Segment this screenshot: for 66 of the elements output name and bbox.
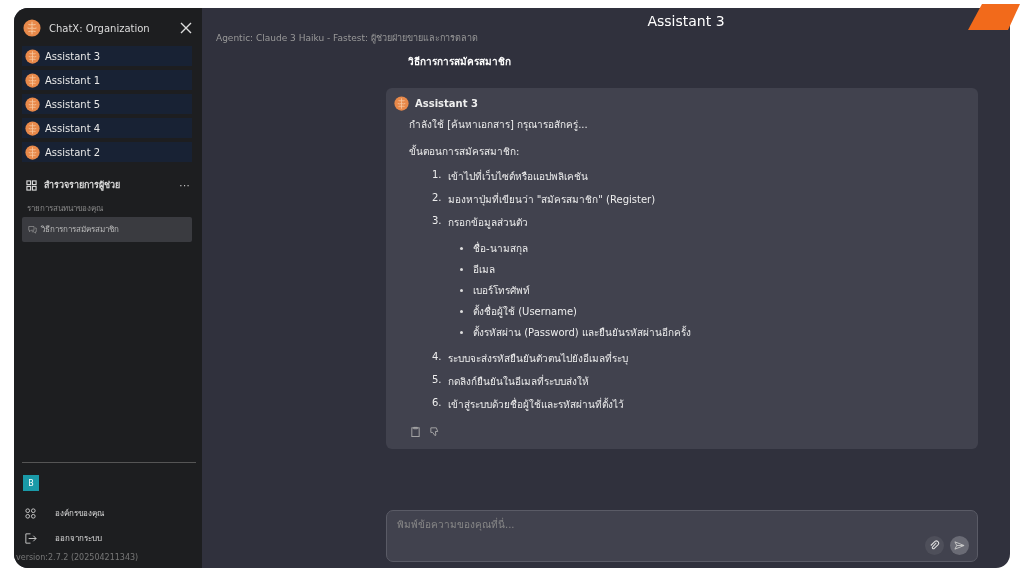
explore-assistants-link[interactable]: สำรวจรายการผู้ช่วย bbox=[44, 178, 172, 192]
step-number: 4. bbox=[432, 351, 442, 364]
assistant-name: Assistant 4 bbox=[45, 122, 101, 134]
send-icon bbox=[954, 540, 965, 551]
brain-avatar-icon bbox=[25, 48, 40, 64]
assistant-item[interactable]: Assistant 4 bbox=[22, 118, 192, 138]
chat-bubbles-icon bbox=[28, 225, 37, 234]
chat-history-item[interactable]: วิธีการการสมัครสมาชิก bbox=[22, 217, 192, 242]
logout-icon bbox=[24, 532, 37, 545]
bullet-text: ชื่อ-นามสกุล bbox=[473, 241, 528, 256]
corner-decoration-icon bbox=[968, 4, 1020, 30]
grid-icon bbox=[26, 179, 37, 191]
message-composer[interactable]: พิมพ์ข้อความของคุณที่นี่... bbox=[386, 510, 978, 562]
app-title: ChatX: Organization bbox=[49, 22, 151, 34]
brain-avatar-icon bbox=[25, 96, 40, 112]
step-number: 5. bbox=[432, 374, 442, 387]
close-button[interactable] bbox=[178, 20, 194, 36]
step-number: 2. bbox=[432, 192, 442, 205]
step-text: ระบบจะส่งรหัสยืนยันตัวตนไปยังอีเมลที่ระบุ bbox=[447, 351, 628, 366]
sidebar-menu-item[interactable]: ออกจากระบบ bbox=[14, 526, 202, 551]
message-heading: ขั้นตอนการสมัครสมาชิก: bbox=[408, 143, 521, 159]
version-label: version:2.7.2 (202504211343) bbox=[15, 552, 140, 564]
bullet-icon bbox=[460, 268, 463, 271]
sidebar-menu-item[interactable]: องค์กรของคุณ bbox=[14, 501, 202, 526]
assistant-item[interactable]: Assistant 3 bbox=[22, 46, 192, 66]
assistant-name: Assistant 5 bbox=[45, 98, 101, 110]
clipboard-icon[interactable] bbox=[410, 426, 421, 437]
step-text: มองหาปุ่มที่เขียนว่า "สมัครสมาชิก" (Register) bbox=[447, 192, 656, 207]
brain-avatar-icon bbox=[25, 144, 40, 160]
bullet-icon bbox=[460, 310, 463, 313]
brain-avatar-icon bbox=[25, 120, 40, 136]
brain-avatar-icon bbox=[23, 19, 41, 37]
history-heading: รายการสนทนาของคุณ bbox=[26, 203, 104, 215]
message-author: Assistant 3 bbox=[415, 98, 478, 109]
paperclip-icon bbox=[929, 540, 940, 551]
message-input[interactable]: พิมพ์ข้อความของคุณที่นี่... bbox=[387, 511, 938, 538]
assistant-item[interactable]: Assistant 2 bbox=[22, 142, 192, 162]
bullet-text: ตั้งรหัสผ่าน (Password) และยืนยันรหัสผ่านอีกครั้ง bbox=[473, 325, 691, 340]
step-text: เข้าสู่ระบบด้วยชื่อผู้ใช้และรหัสผ่านที่ตั้งไว้ bbox=[447, 397, 624, 412]
attach-button[interactable] bbox=[925, 536, 944, 555]
step-number: 6. bbox=[432, 397, 442, 410]
step-text: กรอกข้อมูลส่วนตัว bbox=[447, 216, 528, 230]
model-subtitle: Agentic: Claude 3 Haiku - Fastest: ผู้ช่วยฝ่ายขายและการตลาด bbox=[215, 32, 479, 45]
brain-avatar-icon bbox=[25, 72, 40, 88]
assistant-name: Assistant 3 bbox=[45, 50, 101, 62]
send-button[interactable] bbox=[950, 536, 969, 555]
bullet-text: อีเมล bbox=[473, 263, 495, 277]
brain-avatar-icon bbox=[394, 96, 409, 111]
assistant-item[interactable]: Assistant 1 bbox=[22, 70, 192, 90]
thumbs-down-icon[interactable] bbox=[429, 426, 440, 437]
status-text: กำลังใช้ [ค้นหาเอกสาร] กรุณารอสักครู่... bbox=[408, 118, 589, 132]
more-button[interactable]: ··· bbox=[179, 179, 190, 191]
user-message: วิธีการการสมัครสมาชิก bbox=[407, 55, 512, 69]
assistant-name: Assistant 1 bbox=[45, 74, 101, 86]
bullet-icon bbox=[460, 289, 463, 292]
bullet-text: เบอร์โทรศัพท์ bbox=[473, 284, 530, 298]
bullet-text: ตั้งชื่อผู้ใช้ (Username) bbox=[473, 304, 577, 319]
step-number: 1. bbox=[432, 169, 442, 182]
bullet-icon bbox=[460, 331, 463, 334]
assistant-item[interactable]: Assistant 5 bbox=[22, 94, 192, 114]
step-number: 3. bbox=[432, 215, 442, 228]
assistant-name: Assistant 2 bbox=[45, 146, 101, 158]
step-text: เข้าไปที่เว็บไซต์หรือแอปพลิเคชัน bbox=[447, 169, 588, 184]
step-text: กดลิงก์ยืนยันในอีเมลที่ระบบส่งให้ bbox=[447, 374, 589, 389]
chat-title: Assistant 3 bbox=[647, 13, 725, 29]
bullet-icon bbox=[460, 247, 463, 250]
